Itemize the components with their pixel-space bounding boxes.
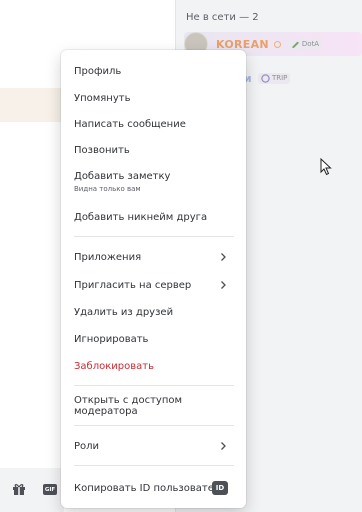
menu-item-copy-user-id[interactable]: Копировать ID пользователя ID [69, 477, 238, 499]
menu-item-label: Позвонить [74, 144, 130, 156]
chevron-right-icon [221, 281, 226, 289]
menu-item-label: Пригласить на сервер [74, 279, 192, 291]
menu-item-ignore[interactable]: Игнорировать [69, 328, 238, 350]
mouse-cursor-icon [320, 158, 332, 176]
menu-item-block[interactable]: Заблокировать [69, 355, 238, 377]
menu-item-label: Удалить из друзей [74, 306, 174, 318]
menu-item-remove-friend[interactable]: Удалить из друзей [69, 301, 238, 323]
menu-separator [74, 236, 234, 237]
menu-item-add-note[interactable]: Добавить заметку Видна только вам [69, 167, 238, 197]
menu-item-label: Копировать ID пользователя [74, 482, 227, 494]
menu-item-label: Добавить никнейм друга [74, 211, 208, 223]
gif-button[interactable]: GIF [43, 484, 57, 495]
chevron-right-icon [221, 442, 226, 450]
trip-icon [261, 73, 270, 83]
menu-item-moderator-view[interactable]: Открыть с доступом модератора [69, 395, 238, 417]
activity-label: TRIP [271, 74, 288, 82]
menu-item-message[interactable]: Написать сообщение [69, 113, 238, 135]
user-context-menu: Профиль Упомянуть Написать сообщение Поз… [61, 50, 246, 508]
members-offline-header: Не в сети — 2 [186, 12, 259, 23]
menu-separator [74, 465, 234, 466]
menu-separator [74, 385, 234, 386]
menu-item-call[interactable]: Позвонить [69, 139, 238, 161]
menu-item-label: Приложения [74, 251, 142, 263]
gift-icon[interactable] [12, 482, 26, 496]
activity-badge: DotA [287, 38, 323, 50]
member-name: KOREAN [216, 37, 269, 51]
chevron-right-icon [221, 253, 226, 261]
id-icon: ID [212, 481, 228, 495]
activity-badge: TRIP [257, 72, 291, 84]
menu-item-mention[interactable]: Упомянуть [69, 87, 238, 109]
menu-item-label: Игнорировать [74, 333, 149, 345]
menu-item-label: Упомянуть [74, 92, 131, 104]
menu-item-sublabel: Видна только вам [74, 185, 141, 193]
menu-item-label: Заблокировать [74, 360, 154, 372]
menu-item-label: Добавить заметку [74, 171, 171, 182]
menu-item-roles[interactable]: Роли [69, 435, 238, 457]
menu-item-apps[interactable]: Приложения [69, 246, 238, 268]
menu-item-profile[interactable]: Профиль [69, 60, 238, 82]
idle-status-icon [273, 40, 281, 48]
menu-item-label: Написать сообщение [74, 118, 186, 130]
menu-item-invite-to-server[interactable]: Пригласить на сервер [69, 274, 238, 296]
menu-item-add-nickname[interactable]: Добавить никнейм друга [69, 206, 238, 228]
activity-label: DotA [301, 40, 320, 48]
game-icon [291, 41, 299, 48]
menu-item-label: Открыть с доступом модератора [74, 395, 183, 417]
menu-item-label: Профиль [74, 65, 122, 77]
message-highlight [0, 88, 64, 122]
menu-item-label: Роли [74, 440, 100, 452]
menu-separator [74, 425, 234, 426]
